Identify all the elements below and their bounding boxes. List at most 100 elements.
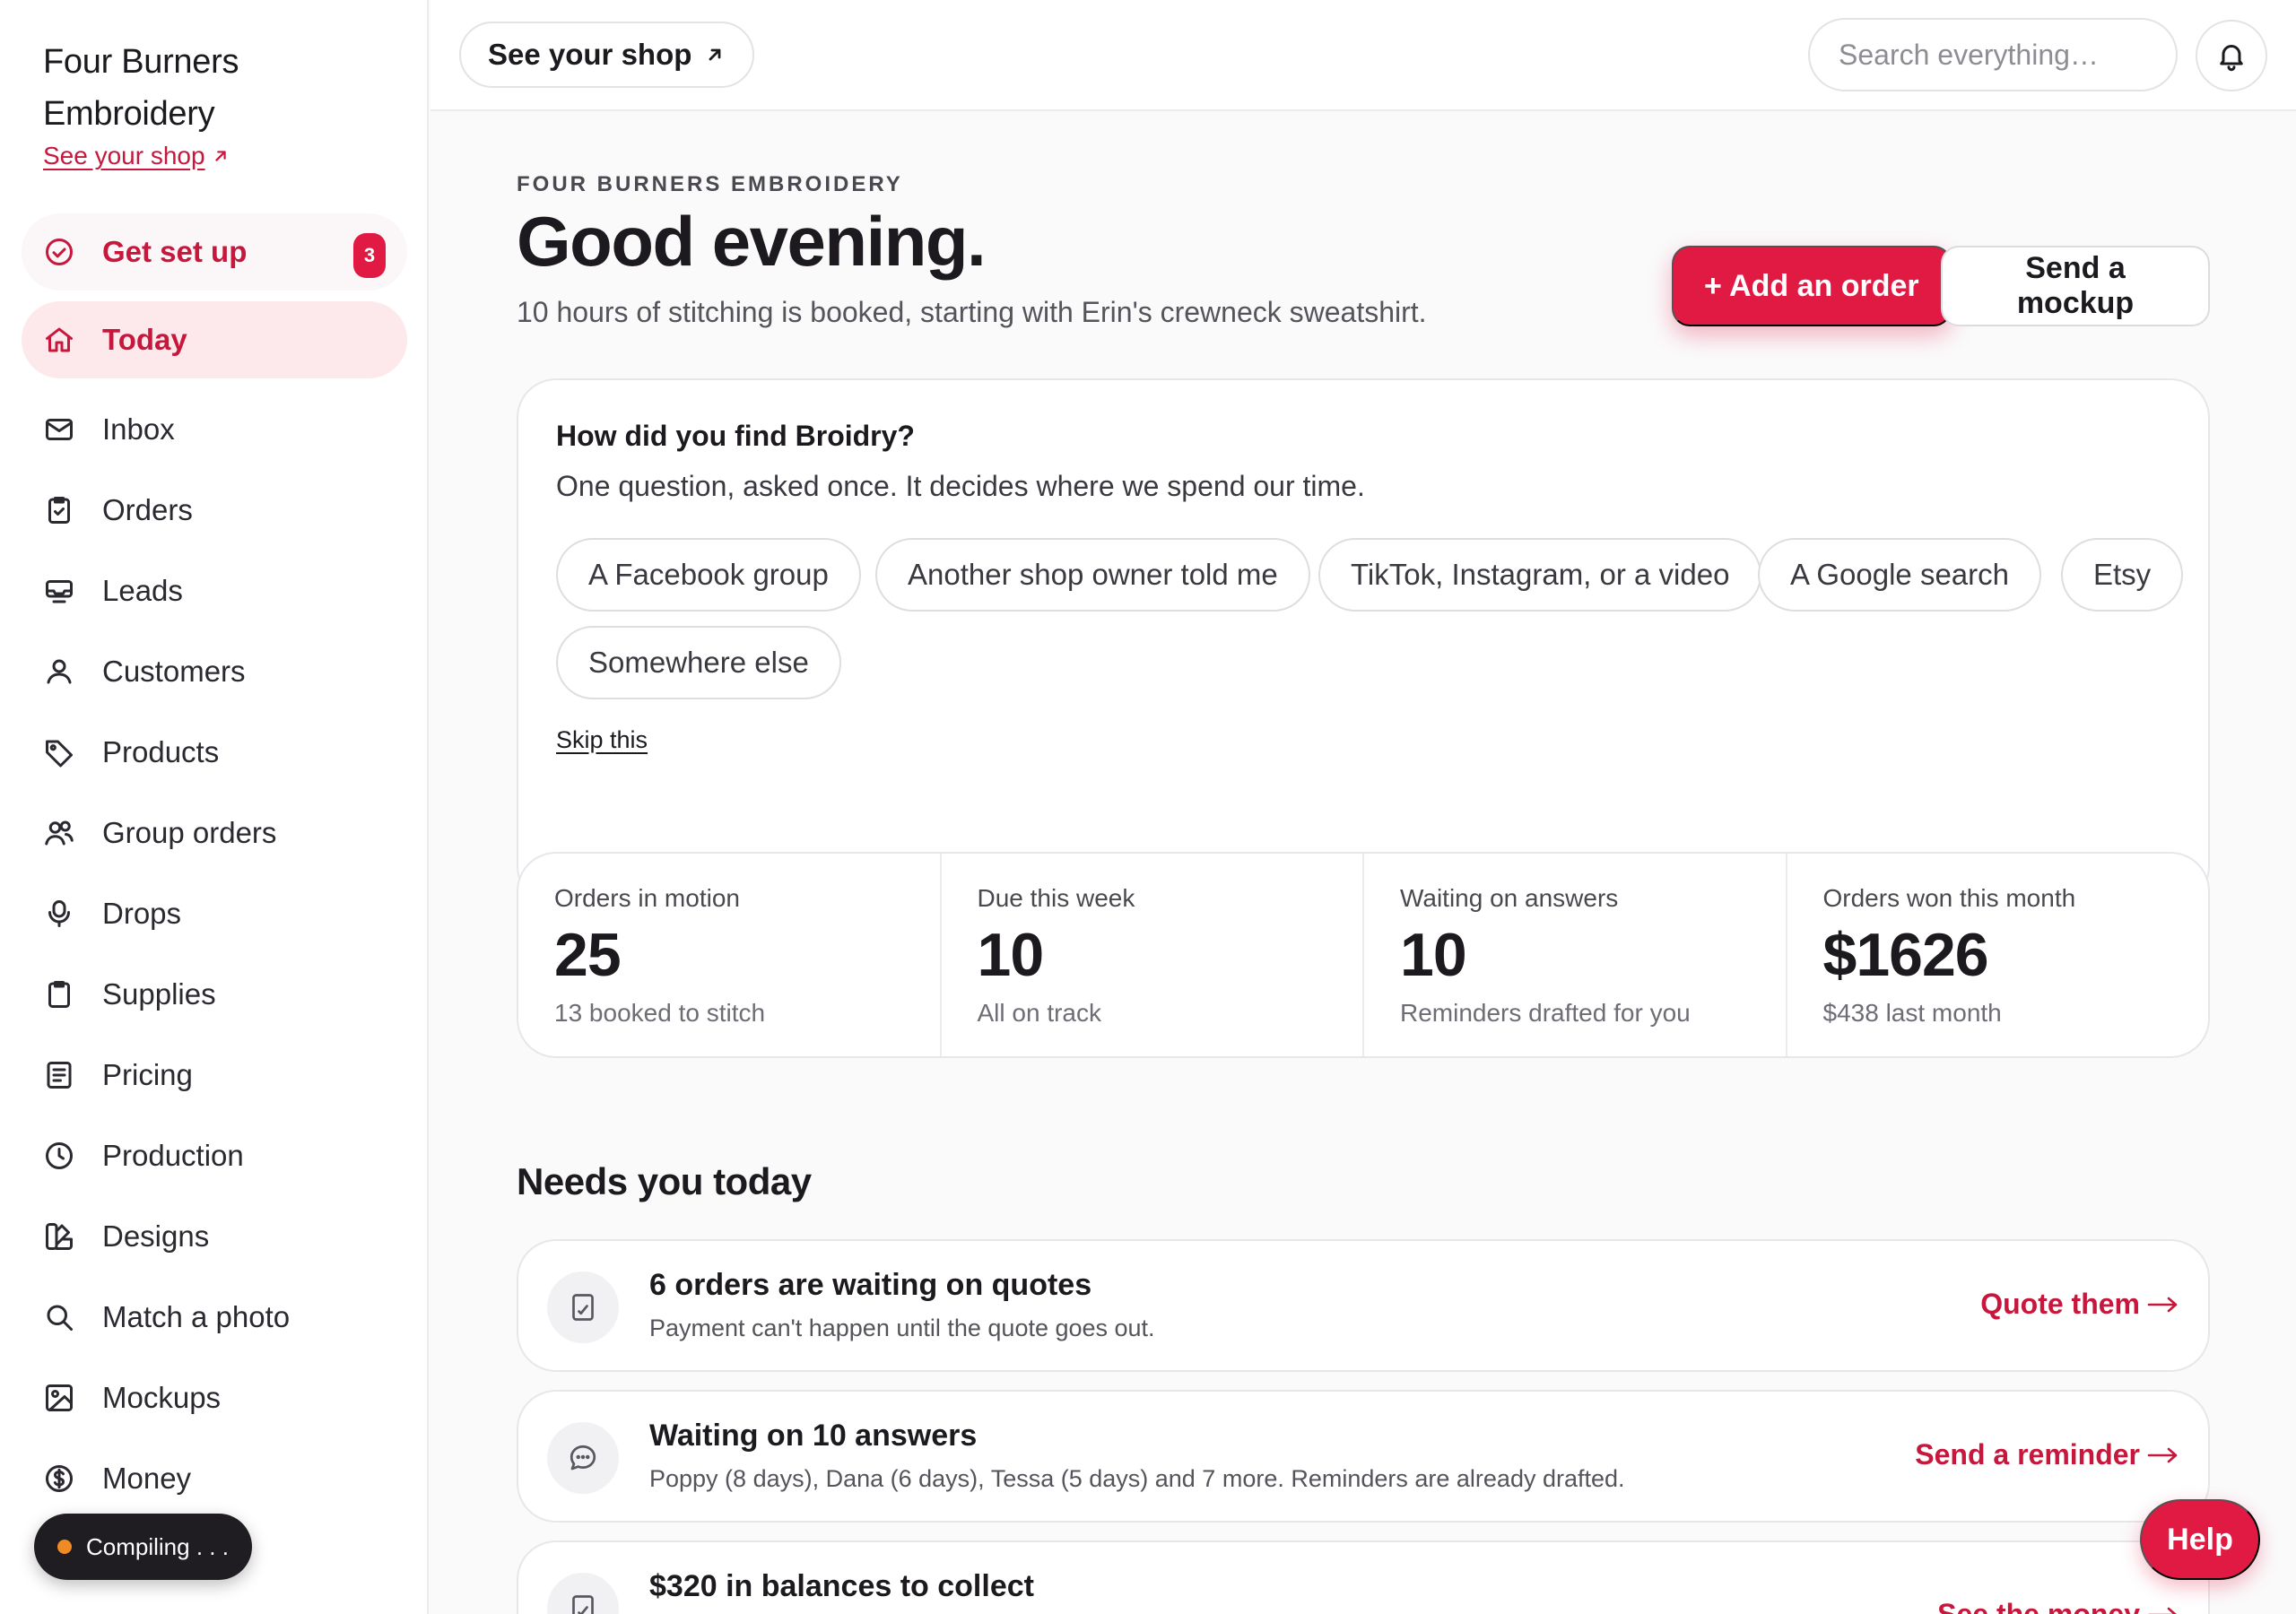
survey-option[interactable]: A Google search <box>1758 538 2041 612</box>
page-title: Good evening. <box>517 202 987 281</box>
stat-label: Orders won this month <box>1822 884 2076 912</box>
sidebar-item-designs[interactable]: Designs <box>22 1198 407 1275</box>
sidebar-item-label: Production <box>102 1139 244 1172</box>
sidebar-item-today[interactable]: Today <box>22 301 407 378</box>
mail-icon <box>46 419 73 440</box>
sidebar-item-label: Customers <box>102 655 246 688</box>
stat-note: Reminders drafted for you <box>1400 999 1691 1027</box>
check-circle-icon <box>46 239 73 265</box>
needs-you-today-heading: Needs you today <box>517 1160 812 1202</box>
stat-value: 10 <box>977 921 1045 989</box>
users-icon <box>45 820 74 846</box>
sidebar-item-match-a-photo[interactable]: Match a photo <box>22 1279 407 1356</box>
search-field[interactable] <box>1808 18 2178 91</box>
add-order-button[interactable]: + Add an order <box>1672 246 1952 326</box>
sidebar-item-label: Supplies <box>102 977 216 1011</box>
sidebar-item-products[interactable]: Products <box>22 714 407 791</box>
task-card-answers: Waiting on 10 answers Poppy (8 days), Da… <box>517 1390 2210 1523</box>
survey-option[interactable]: Another shop owner told me <box>875 538 1310 612</box>
stat-due-this-week: Due this week 10 All on track <box>942 854 1364 1056</box>
sidebar-item-label: Designs <box>102 1219 210 1253</box>
sidebar-item-label: Products <box>102 735 220 768</box>
send-mockup-button[interactable]: Send a mockup <box>1941 246 2210 326</box>
sidebar-item-label: Group orders <box>102 816 277 849</box>
sidebar: Four Burners Embroidery See your shop Ge… <box>0 0 429 1614</box>
sidebar-item-label: Drops <box>102 897 182 930</box>
stat-label: Orders in motion <box>554 884 740 912</box>
see-your-shop-link-label: See your shop <box>43 142 205 169</box>
stats-panel: Orders in motion 25 13 booked to stitch … <box>517 852 2210 1058</box>
chat-bubble-icon <box>570 1445 596 1471</box>
sidebar-item-customers[interactable]: Customers <box>22 633 407 710</box>
task-card-balances: $320 in balances to collect See the mone… <box>517 1540 2210 1614</box>
arrow-up-right-icon <box>709 48 721 61</box>
sidebar-item-label: Pricing <box>102 1058 193 1091</box>
sidebar-item-orders[interactable]: Orders <box>22 472 407 549</box>
task-card-quotes: 6 orders are waiting on quotes Payment c… <box>517 1239 2210 1372</box>
bell-icon <box>2220 45 2243 72</box>
arrow-right-icon <box>2147 1447 2178 1462</box>
sidebar-item-pricing[interactable]: Pricing <box>22 1037 407 1114</box>
user-icon <box>47 659 72 684</box>
help-button[interactable]: Help <box>2140 1499 2260 1580</box>
task-icon-wrap <box>547 1573 619 1614</box>
stat-note: All on track <box>977 999 1102 1027</box>
sidebar-item-money[interactable]: Money <box>22 1440 407 1517</box>
stat-note: $438 last month <box>1822 999 2002 1027</box>
shop-name-line1: Four Burners <box>43 43 239 81</box>
quote-them-link[interactable]: Quote them <box>1980 1288 2179 1321</box>
compiling-status-toast: Compiling . . . <box>34 1514 252 1580</box>
search-icon <box>47 1305 73 1331</box>
search-input[interactable] <box>1839 38 2176 72</box>
survey-subtitle: One question, asked once. It decides whe… <box>556 470 1365 502</box>
compiling-status-label: Compiling . . . <box>86 1532 229 1560</box>
sidebar-item-group-orders[interactable]: Group orders <box>22 794 407 872</box>
sidebar-item-drops[interactable]: Drops <box>22 875 407 952</box>
task-action-label: Quote them <box>1980 1288 2140 1320</box>
see-the-money-link[interactable]: See the money <box>1937 1598 2179 1614</box>
arrow-right-icon <box>2147 1607 2178 1614</box>
sidebar-item-label: Mockups <box>102 1381 222 1414</box>
send-reminder-link[interactable]: Send a reminder <box>1915 1438 2179 1471</box>
sidebar-item-production[interactable]: Production <box>22 1117 407 1194</box>
status-dot <box>57 1540 72 1554</box>
see-your-shop-link[interactable]: See your shop <box>43 142 230 170</box>
sidebar-item-label: Today <box>102 323 187 356</box>
shop-eyebrow: FOUR BURNERS EMBROIDERY <box>517 172 903 196</box>
document-check-icon <box>572 1294 594 1321</box>
task-action-label: Send a reminder <box>1915 1438 2140 1471</box>
stat-label: Waiting on answers <box>1400 884 1619 912</box>
survey-option[interactable]: Etsy <box>2061 538 2184 612</box>
task-icon-wrap <box>547 1271 619 1343</box>
task-action-label: See the money <box>1937 1598 2140 1614</box>
sidebar-item-leads[interactable]: Leads <box>22 552 407 629</box>
home-icon <box>46 327 73 352</box>
sidebar-item-get-set-up[interactable]: Get set up 3 <box>22 213 407 291</box>
survey-option[interactable]: Somewhere else <box>556 626 841 699</box>
task-title: 6 orders are waiting on quotes <box>649 1268 1092 1302</box>
arrow-up-right-icon <box>214 151 226 161</box>
task-description: Payment can't happen until the quote goe… <box>649 1315 1155 1341</box>
sidebar-item-label: Get set up <box>102 235 248 268</box>
notifications-button[interactable] <box>2196 20 2267 91</box>
swatch-icon <box>46 1223 73 1250</box>
task-title: $320 in balances to collect <box>649 1569 1034 1603</box>
inbox-tray-icon <box>46 580 73 603</box>
clipboard-icon <box>48 981 70 1008</box>
stat-value: 10 <box>1400 921 1467 989</box>
page-subtitle: 10 hours of stitching is booked, startin… <box>517 296 1427 328</box>
stat-orders-in-motion: Orders in motion 25 13 booked to stitch <box>518 854 942 1056</box>
sidebar-item-supplies[interactable]: Supplies <box>22 956 407 1033</box>
sidebar-item-label: Inbox <box>102 412 175 446</box>
document-icon <box>47 1062 72 1089</box>
survey-option[interactable]: A Facebook group <box>556 538 861 612</box>
sidebar-item-mockups[interactable]: Mockups <box>22 1359 407 1436</box>
sidebar-item-label: Money <box>102 1462 192 1495</box>
survey-option[interactable]: TikTok, Instagram, or a video <box>1318 538 1762 612</box>
skip-survey-link[interactable]: Skip this <box>556 726 648 754</box>
stat-orders-won: Orders won this month $1626 $438 last mo… <box>1787 854 2209 1056</box>
stat-label: Due this week <box>977 884 1135 912</box>
sidebar-item-inbox[interactable]: Inbox <box>22 391 407 468</box>
stat-value: 25 <box>554 921 622 989</box>
see-your-shop-button[interactable]: See your shop <box>459 22 755 88</box>
